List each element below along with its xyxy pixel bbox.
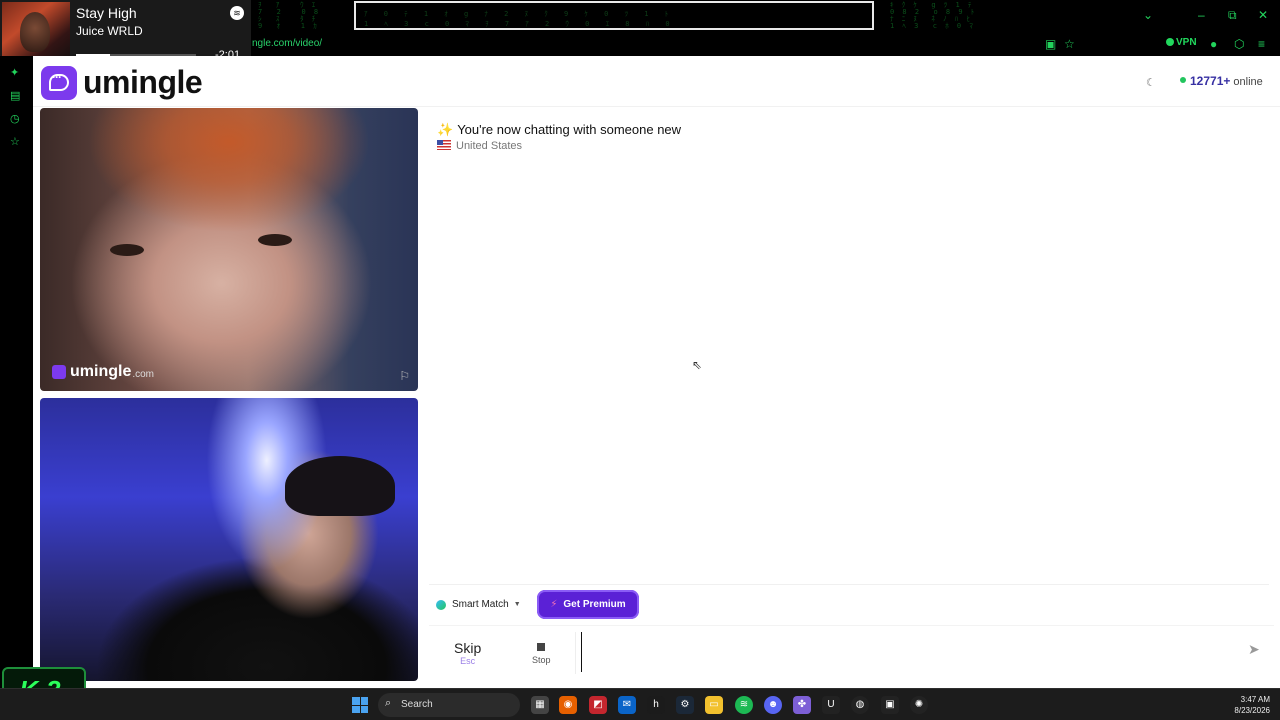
chevron-down-icon[interactable]: ⌄ [1143,8,1153,22]
steam-icon[interactable]: ⚙ [676,696,694,714]
watermark-logo-icon [52,365,66,379]
stop-icon [537,643,546,651]
chat-input-row: Skip Esc Stop ➤ [429,625,1274,680]
online-counter: 12771+ online [1180,74,1263,88]
smart-match-label: Smart Match [452,599,509,610]
get-premium-button[interactable]: ⚡ Get Premium [537,590,639,619]
video-watermark: umingle .com [52,363,154,381]
amd-icon[interactable]: ◩ [589,696,607,714]
taskbar-search[interactable]: ⌕ Search [378,693,520,717]
sidebar-pin-icon[interactable]: ✦ [10,66,19,79]
system-clock[interactable]: 3:47 AM 8/23/2026 [1234,694,1270,716]
browser-sidebar: ✦ ▤ ◷ ☆ [0,56,33,688]
vpn-status-icon [1166,38,1174,46]
sparkle-icon: ✨ [437,122,454,137]
dark-mode-icon[interactable]: ☾ [1146,76,1156,89]
video-detail [258,234,292,246]
track-artist: Juice WRLD [76,24,143,38]
watermark-name: umingle [70,363,132,380]
stop-button[interactable]: Stop [532,643,551,665]
stranger-video: umingle .com ⚐ [40,108,418,391]
skip-shortcut: Esc [460,656,476,666]
stop-label: Stop [532,655,551,665]
matrix-rain-left: ｦ ｱ ｳ ｴ 7 2 0 8 ｼ ｽ ﾀ ﾁ 9 ｵ 1 ｶ [258,1,321,30]
online-count: 12771+ [1190,74,1231,88]
url-text[interactable]: ngle.com/video/ [252,38,322,49]
screenshot-icon[interactable]: ▣ [1045,37,1056,51]
message-input[interactable] [581,632,1241,672]
clock-date: 8/23/2026 [1234,706,1270,715]
close-icon[interactable]: ✕ [1258,8,1268,22]
umingle-page: umingle ☾ 12771+online umingle .com ⚐ ✨Y… [33,56,1280,688]
search-label: Search [401,699,433,710]
video-detail [110,244,144,256]
game-controller-icon[interactable]: ▣ [881,696,899,714]
send-icon[interactable]: ➤ [1248,641,1260,658]
us-flag-icon [437,140,451,150]
teams-icon[interactable]: ✤ [793,696,811,714]
vpn-label: VPN [1176,37,1197,48]
online-dot-icon [1180,77,1186,83]
sidebar-favorites-icon[interactable]: ☆ [10,135,20,148]
country-name: United States [456,140,523,152]
sidebar-save-icon[interactable]: ▤ [10,89,20,102]
outlook-icon[interactable]: ✉ [618,696,636,714]
watermark-domain: .com [132,368,155,380]
firefox-icon[interactable]: ◉ [559,696,577,714]
video-detail [285,456,395,516]
address-bar[interactable]: ｱ 0 ﾃ 1 ｵ g ﾅ 2 ﾇ ｸ 9 ｹ 0 ﾂ 1 ﾄ 1 ﾍ 3 c … [354,1,874,30]
chat-message-text: You're now chatting with someone new [457,122,682,137]
report-flag-icon[interactable]: ⚐ [399,369,410,383]
search-icon: ⌕ [385,697,392,709]
sidebar-history-icon[interactable]: ◷ [10,112,20,125]
windows-start-icon[interactable] [352,697,368,713]
lightning-icon: ⚡ [550,599,558,610]
mouse-cursor-icon: ⇖ [692,358,703,372]
chat-divider [429,584,1269,585]
restore-icon[interactable]: ⧉ [1228,8,1237,23]
logo-text: umingle [83,64,203,100]
vpn-button[interactable]: VPN [1166,37,1197,48]
openai-icon[interactable]: ✺ [910,696,928,714]
address-bar-matrix: ｱ 0 ﾃ 1 ｵ g ﾅ 2 ﾇ ｸ 9 ｹ 0 ﾂ 1 ﾄ 1 ﾍ 3 c … [364,10,676,28]
bookmark-star-icon[interactable]: ☆ [1064,37,1075,51]
extension-circle-icon[interactable]: ● [1210,37,1217,51]
online-label: online [1233,76,1263,88]
smart-match-dropdown[interactable]: Smart Match ▼ [436,599,521,610]
extensions-puzzle-icon[interactable]: ⬡ [1234,37,1244,51]
get-premium-label: Get Premium [563,599,626,610]
discord-icon[interactable]: ☻ [764,696,782,714]
input-separator [575,632,576,674]
obs-icon[interactable]: ◍ [851,696,869,714]
track-title: Stay High [76,5,137,21]
site-logo[interactable]: umingle [41,64,203,101]
spotify-taskbar-icon[interactable]: ≋ [735,696,753,714]
chat-system-message: ✨ You're now chatting with someone new [437,122,681,138]
ubisoft-icon[interactable]: U [822,696,840,714]
stranger-country: United States [437,140,522,152]
windows-taskbar: ⌕ Search ▦ ◉ ◩ ✉ h ⚙ ▭ ≋ ☻ ✤ U ◍ ▣ ✺ 3:4… [0,688,1280,720]
globe-icon [436,599,446,610]
file-app-icon[interactable]: ▦ [531,696,549,714]
hulu-icon[interactable]: h [647,696,665,714]
matrix-rain-right: ｷ ｸ ｹ g ﾂ 1 ﾃ 0 8 2 o 8 9 ﾄ ﾅ ﾆ ﾇ ﾈ ﾉ ﾊ … [890,1,977,30]
skip-button[interactable]: Skip Esc [454,640,481,666]
clock-time: 3:47 AM [1240,695,1270,704]
file-explorer-icon[interactable]: ▭ [705,696,723,714]
chat-bubble-icon [41,65,77,100]
caret-down-icon: ▼ [513,601,521,608]
skip-label: Skip [454,640,482,656]
spotify-icon: ≋ [230,6,244,20]
menu-icon[interactable]: ≡ [1258,37,1265,51]
header-divider [33,106,1280,107]
self-video [40,398,418,681]
minimize-icon[interactable]: – [1198,8,1205,22]
